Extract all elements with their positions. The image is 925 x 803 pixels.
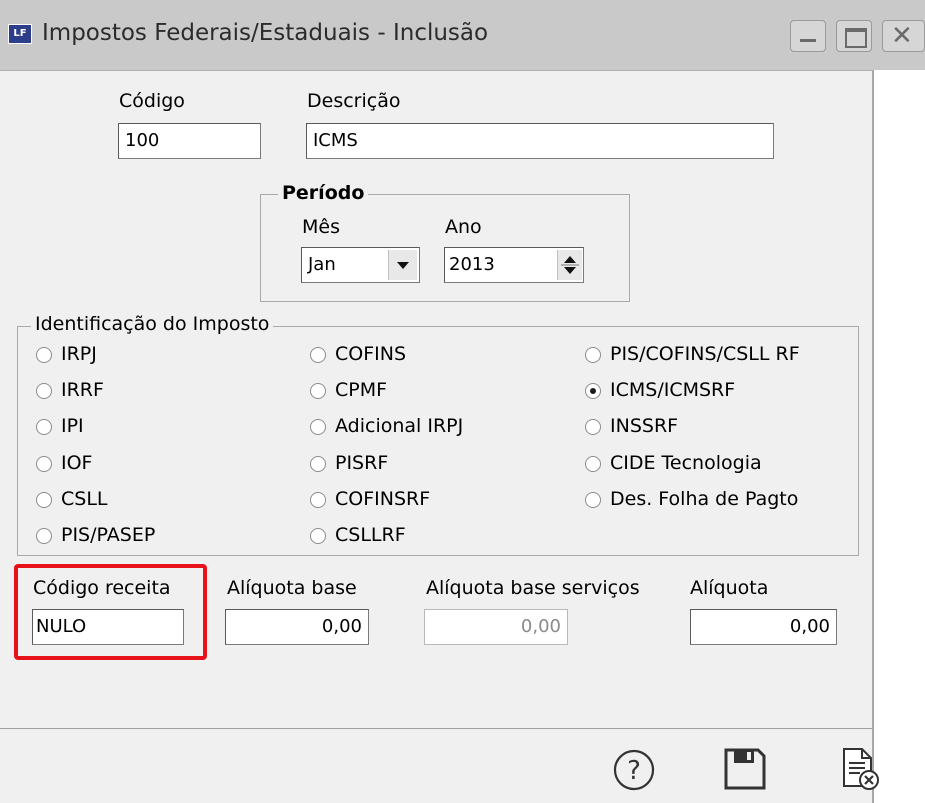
aliquota-base-input[interactable]: 0,00 bbox=[225, 609, 369, 645]
radio-icms-icmsrf[interactable] bbox=[585, 383, 601, 399]
radio-label-pisrf[interactable]: PISRF bbox=[335, 452, 388, 474]
maximize-icon bbox=[845, 28, 867, 48]
radio-iof[interactable] bbox=[36, 456, 52, 472]
radio-label-iof[interactable]: IOF bbox=[61, 452, 93, 474]
aliquota-label: Alíquota bbox=[690, 577, 769, 599]
save-icon bbox=[724, 748, 766, 790]
ano-spinner[interactable] bbox=[557, 250, 582, 280]
close-button[interactable]: ✕ bbox=[882, 20, 925, 52]
radio-label-cpmf[interactable]: CPMF bbox=[335, 379, 387, 401]
mes-value: Jan bbox=[308, 254, 336, 275]
window-title: Impostos Federais/Estaduais - Inclusão bbox=[42, 20, 489, 46]
radio-pisrf[interactable] bbox=[310, 456, 326, 472]
codigo-label: Código bbox=[119, 90, 185, 112]
radio-cofins[interactable] bbox=[310, 347, 326, 363]
radio-label-adicional-irpj[interactable]: Adicional IRPJ bbox=[335, 415, 463, 437]
radio-cpmf[interactable] bbox=[310, 383, 326, 399]
mes-label: Mês bbox=[302, 216, 340, 238]
radio-des-folha-de-pagto[interactable] bbox=[585, 492, 601, 508]
radio-label-pis-cofins-csll-rf[interactable]: PIS/COFINS/CSLL RF bbox=[610, 343, 800, 365]
aliquota-input[interactable]: 0,00 bbox=[690, 609, 837, 645]
help-button[interactable]: ? bbox=[612, 748, 656, 792]
radio-label-csllrf[interactable]: CSLLRF bbox=[335, 524, 406, 546]
radio-label-des-folha-de-pagto[interactable]: Des. Folha de Pagto bbox=[610, 488, 798, 510]
minimize-button[interactable] bbox=[790, 20, 826, 52]
save-button[interactable] bbox=[723, 747, 767, 791]
radio-ipi[interactable] bbox=[36, 419, 52, 435]
radio-cofinsrf[interactable] bbox=[310, 492, 326, 508]
radio-csllrf[interactable] bbox=[310, 528, 326, 544]
title-bar: LF Impostos Federais/Estaduais - Inclusã… bbox=[0, 0, 925, 71]
radio-label-icms-icmsrf[interactable]: ICMS/ICMSRF bbox=[610, 379, 735, 401]
ano-value: 2013 bbox=[449, 254, 495, 275]
radio-cide-tecnologia[interactable] bbox=[585, 456, 601, 472]
svg-text:?: ? bbox=[627, 756, 641, 786]
close-icon: ✕ bbox=[891, 21, 913, 51]
app-icon: LF bbox=[8, 24, 32, 44]
highlight-box bbox=[14, 564, 207, 660]
spinner-arrows-icon bbox=[561, 256, 579, 274]
radio-label-inssrf[interactable]: INSSRF bbox=[610, 415, 678, 437]
radio-csll[interactable] bbox=[36, 492, 52, 508]
radio-label-irrf[interactable]: IRRF bbox=[61, 379, 104, 401]
aliquota-base-servicos-input[interactable]: 0,00 bbox=[424, 609, 568, 645]
aliquota-base-label: Alíquota base bbox=[227, 577, 357, 599]
background-outside bbox=[874, 70, 925, 803]
codigo-input[interactable]: 100 bbox=[118, 123, 261, 159]
radio-label-pis-pasep[interactable]: PIS/PASEP bbox=[61, 524, 155, 546]
mes-dropdown-button[interactable] bbox=[388, 250, 417, 280]
ano-label: Ano bbox=[445, 216, 482, 238]
window-border bbox=[872, 70, 874, 803]
radio-adicional-irpj[interactable] bbox=[310, 419, 326, 435]
radio-label-ipi[interactable]: IPI bbox=[61, 415, 84, 437]
cancel-document-icon bbox=[843, 748, 879, 790]
toolbar-divider bbox=[0, 728, 872, 729]
radio-pis-pasep[interactable] bbox=[36, 528, 52, 544]
radio-label-cide-tecnologia[interactable]: CIDE Tecnologia bbox=[610, 452, 762, 474]
periodo-legend: Período bbox=[278, 182, 369, 204]
radio-pis-cofins-csll-rf[interactable] bbox=[585, 347, 601, 363]
descricao-input[interactable]: ICMS bbox=[306, 123, 774, 159]
radio-label-cofinsrf[interactable]: COFINSRF bbox=[335, 488, 430, 510]
radio-irpj[interactable] bbox=[36, 347, 52, 363]
maximize-button[interactable] bbox=[836, 20, 872, 52]
help-icon: ? bbox=[613, 749, 655, 791]
radio-label-csll[interactable]: CSLL bbox=[61, 488, 108, 510]
radio-irrf[interactable] bbox=[36, 383, 52, 399]
cancel-button[interactable] bbox=[838, 746, 882, 792]
minimize-icon bbox=[800, 39, 816, 42]
identificacao-legend: Identificação do Imposto bbox=[31, 313, 274, 335]
radio-label-irpj[interactable]: IRPJ bbox=[61, 343, 97, 365]
aliquota-base-servicos-label: Alíquota base serviços bbox=[426, 577, 640, 599]
radio-label-cofins[interactable]: COFINS bbox=[335, 343, 406, 365]
radio-inssrf[interactable] bbox=[585, 419, 601, 435]
descricao-label: Descrição bbox=[307, 90, 401, 112]
chevron-down-icon bbox=[397, 262, 409, 269]
